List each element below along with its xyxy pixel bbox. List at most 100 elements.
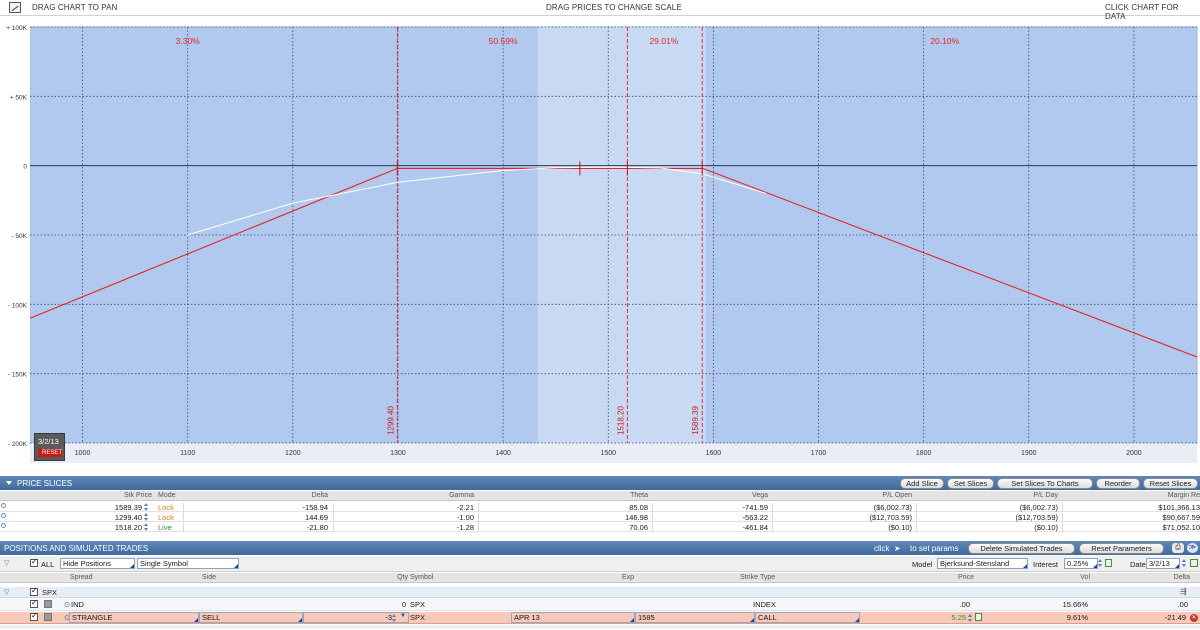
group-checkbox[interactable]	[30, 586, 38, 596]
column-divider	[478, 513, 479, 522]
interest-spinner[interactable]	[1098, 559, 1103, 567]
set-slices-button[interactable]: Set Slices	[947, 478, 994, 489]
expand-icon[interactable]: ≫	[1187, 543, 1198, 553]
price-slice-label[interactable]: 1518.20	[616, 406, 625, 435]
hide-positions-select[interactable]: Hide Positions	[60, 558, 135, 569]
slice-mode[interactable]: Lock	[158, 503, 174, 512]
price-slice-label[interactable]: 1299.40	[386, 406, 395, 435]
symbol-mode-select[interactable]: Single Symbol	[137, 558, 239, 569]
slice-indicator-icon[interactable]	[1, 503, 6, 508]
remove-position-icon[interactable]: ✕	[1190, 614, 1198, 622]
collapse-all-icon[interactable]: ▽	[4, 559, 9, 567]
price-slice-row[interactable]: 1518.20 Live -21.80 -1.28 70.06 -461.84 ($0.10…	[0, 522, 1200, 532]
index-color-swatch[interactable]	[44, 600, 52, 608]
y-tick-label: - 150K	[8, 372, 28, 379]
reorder-button[interactable]: Reorder	[1096, 478, 1140, 489]
strangle-side-select[interactable]: SELL	[199, 612, 303, 623]
next-position-row[interactable]	[0, 625, 1200, 629]
slice-pl-open: ($12,703.59)	[869, 513, 912, 522]
col-stk-price[interactable]: Stk Price	[90, 492, 152, 499]
col-type[interactable]: Type	[760, 574, 775, 581]
strangle-price-spinner[interactable]	[968, 614, 973, 622]
strangle-strike-select[interactable]: 1585	[635, 612, 755, 623]
col-pl-open[interactable]: P/L Open	[840, 492, 912, 499]
positions-column-headers: Spread Side Qty Symbol Exp Strike Type P…	[0, 573, 1200, 583]
chart-icon[interactable]	[9, 2, 21, 13]
slice-price[interactable]: 1299.40	[90, 513, 142, 522]
risk-profile-svg[interactable]: 1000 1100 1200 1300 1400 1500 1600 1700 1800 1900…	[0, 17, 1200, 464]
collapse-icon[interactable]	[6, 481, 12, 485]
strangle-checkbox[interactable]	[30, 611, 38, 621]
price-spinner[interactable]	[144, 513, 149, 521]
col-spread[interactable]: Spread	[70, 574, 93, 581]
set-slices-to-charts-button[interactable]: Set Slices To Charts	[997, 478, 1093, 489]
price-slice-row[interactable]: 1299.40 Lock 144.69 -1.00 146.98 -563.22 ($12,…	[0, 512, 1200, 522]
col-vol[interactable]: Vol	[1060, 574, 1090, 581]
col-pl-day[interactable]: P/L Day	[980, 492, 1058, 499]
price-spinner[interactable]	[144, 503, 149, 511]
group-symbol: SPX	[42, 588, 58, 597]
price-slice-label[interactable]: 1589.39	[691, 406, 700, 435]
col-margin[interactable]: Margin Re	[1130, 492, 1200, 499]
add-slice-button[interactable]: Add Slice	[900, 478, 944, 489]
col-side[interactable]: Side	[202, 574, 216, 581]
slice-vega: -563.22	[742, 513, 768, 522]
click-hint-suffix: to set params	[910, 544, 959, 553]
all-checkbox[interactable]	[30, 557, 38, 567]
col-qty[interactable]: Qty	[370, 574, 408, 581]
price-calc-icon[interactable]	[975, 613, 982, 621]
slice-price[interactable]: 1589.39	[90, 503, 142, 512]
print-icon[interactable]: ⎙	[1172, 543, 1184, 553]
calendar-icon[interactable]	[1190, 559, 1198, 567]
delete-simulated-trades-button[interactable]: Delete Simulated Trades	[968, 543, 1075, 554]
x-tick-label: 1000	[75, 450, 91, 457]
y-axis-band	[0, 27, 30, 463]
reset-slices-button[interactable]: Reset Slices	[1143, 478, 1198, 489]
col-exp[interactable]: Exp	[600, 574, 634, 581]
col-gamma[interactable]: Gamma	[420, 492, 474, 499]
slice-gamma: -2.21	[456, 503, 474, 512]
strangle-spread-select[interactable]: STRANGLE	[69, 612, 199, 623]
slice-mode[interactable]: Lock	[158, 513, 174, 522]
col-delta[interactable]: Delta	[260, 492, 328, 499]
strangle-type-select[interactable]: CALL	[755, 612, 860, 623]
column-divider	[1062, 513, 1063, 522]
model-select[interactable]: Bjerksund-Stensland	[937, 558, 1028, 569]
group-collapse-icon[interactable]: ▽	[4, 588, 9, 596]
price-spinner[interactable]	[144, 523, 149, 531]
index-position-row[interactable]: ⊙ IND 0 SPX INDEX .00 15.66% .00	[0, 598, 1200, 611]
risk-profile-chart[interactable]: 1000 1100 1200 1300 1400 1500 1600 1700 1800 1900…	[0, 17, 1200, 464]
col-theta[interactable]: Theta	[600, 492, 648, 499]
col-vega[interactable]: Vega	[720, 492, 768, 499]
x-tick-label: 2000	[1126, 450, 1142, 457]
strangle-color-swatch[interactable]	[44, 613, 52, 621]
price-slice-row[interactable]: 1589.39 Lock -158.94 -2.21 85.08 -741.59 ($6,0…	[0, 502, 1200, 512]
strangle-position-row[interactable]: ⊙ STRANGLE SELL -3 ▼ SPX APR 13 1585 CAL…	[0, 611, 1200, 624]
reset-parameters-button[interactable]: Reset Parameters	[1079, 543, 1164, 554]
index-info-icon[interactable]: ⊙	[64, 600, 70, 609]
col-mode[interactable]: Mode	[158, 492, 176, 499]
slice-indicator-icon[interactable]	[1, 513, 6, 518]
col-strike[interactable]: Strike	[720, 574, 758, 581]
strangle-qty-spinner[interactable]	[392, 614, 397, 622]
reset-tag[interactable]: RESET	[38, 449, 62, 457]
col-delta-pos[interactable]: Delta	[1160, 574, 1190, 581]
probability-label: 50.59%	[489, 36, 518, 46]
group-options-icon[interactable]: ⇶	[1180, 587, 1187, 596]
col-symbol[interactable]: Symbol	[410, 574, 433, 581]
interest-input[interactable]: 0.25%	[1064, 558, 1098, 569]
x-tick-label: 1100	[180, 450, 195, 457]
slice-indicator-icon[interactable]	[1, 523, 6, 528]
date-spinner[interactable]	[1182, 559, 1187, 567]
strangle-exp-select[interactable]: APR 13	[511, 612, 635, 623]
date-reset-badge[interactable]: 3/2/13 RESET	[34, 433, 65, 461]
column-divider	[478, 503, 479, 512]
symbol-group-row[interactable]: ▽ SPX ⇶	[0, 586, 1200, 598]
qty-dropdown-icon[interactable]: ▼	[400, 613, 406, 619]
slice-mode[interactable]: Live	[158, 523, 172, 532]
slice-price[interactable]: 1518.20	[90, 523, 142, 532]
index-checkbox[interactable]	[30, 598, 38, 608]
date-input[interactable]: 3/2/13	[1146, 558, 1180, 569]
col-price[interactable]: Price	[940, 574, 974, 581]
calc-icon[interactable]	[1105, 559, 1112, 567]
